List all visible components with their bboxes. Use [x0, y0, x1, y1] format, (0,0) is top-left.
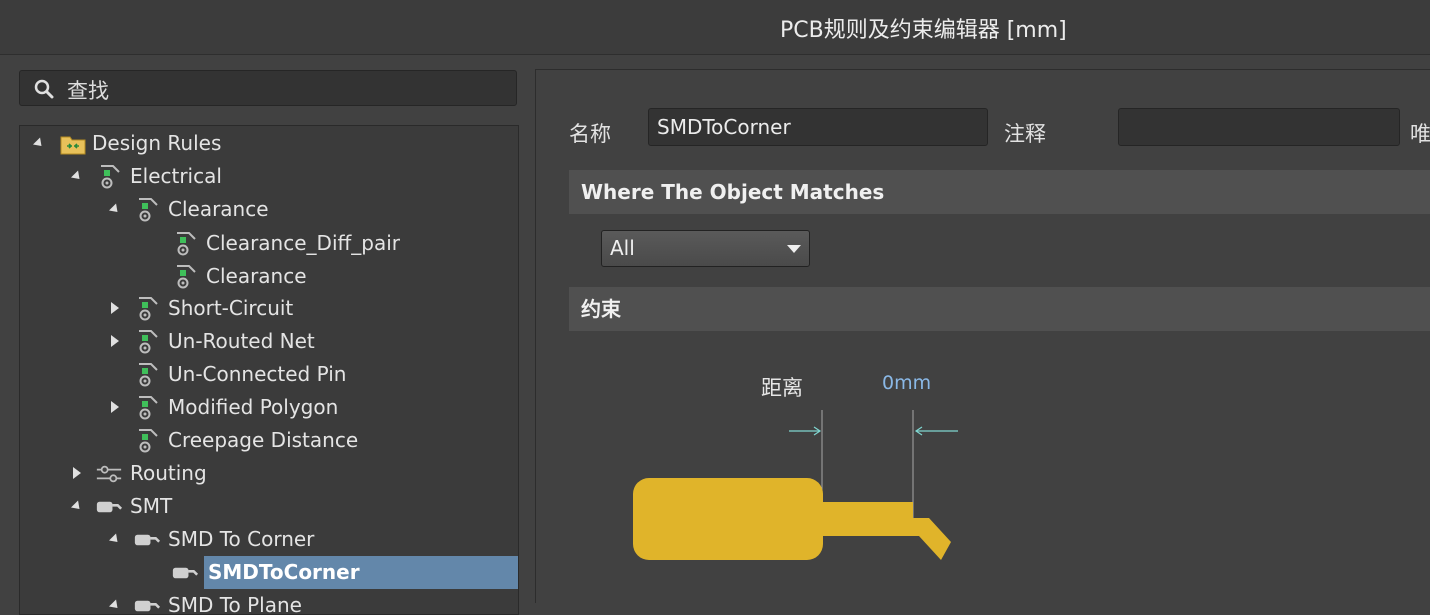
- search-icon: [34, 79, 54, 99]
- rule-icon: [139, 396, 158, 420]
- collapse-toggle[interactable]: [70, 160, 84, 193]
- rule-icon: [177, 232, 196, 256]
- collapse-toggle[interactable]: [32, 127, 46, 160]
- rules-tree[interactable]: Design Rules Electrical Clearance Cleara…: [19, 125, 519, 615]
- search-box[interactable]: 查找: [19, 70, 517, 106]
- expand-toggle[interactable]: [70, 457, 84, 490]
- smt-icon: [172, 567, 198, 579]
- collapse-toggle[interactable]: [108, 523, 122, 556]
- track-corner-shape: [822, 502, 951, 560]
- routing-icon: [96, 465, 122, 483]
- expand-toggle[interactable]: [108, 391, 122, 424]
- rule-icon: [139, 363, 158, 387]
- search-input[interactable]: 查找: [67, 75, 109, 105]
- rule-editor: 名称 SMDToCorner 注释 唯 Where The Object Mat…: [535, 69, 1430, 603]
- rule-icon: [139, 297, 158, 321]
- smt-icon: [96, 501, 122, 513]
- rule-icon: [177, 265, 196, 289]
- expand-toggle[interactable]: [108, 325, 122, 358]
- expand-toggle[interactable]: [108, 292, 122, 325]
- collapse-toggle[interactable]: [70, 490, 84, 523]
- window-title: PCB规则及约束编辑器 [mm]: [780, 18, 1067, 43]
- folder-rules-icon: [60, 136, 86, 155]
- left-pane: 查找 Design Rules Electrical Clearance Cle…: [0, 55, 535, 615]
- title-bar: PCB规则及约束编辑器 [mm]: [0, 0, 1430, 55]
- rule-icon: [139, 330, 158, 354]
- smt-icon: [134, 534, 160, 546]
- collapse-toggle[interactable]: [108, 589, 122, 614]
- rule-icon: [101, 165, 120, 189]
- collapse-toggle[interactable]: [108, 193, 122, 226]
- rule-icon: [139, 429, 158, 453]
- rule-icon: [139, 198, 158, 222]
- smd-pad-shape: [633, 478, 823, 560]
- smd-to-corner-diagram: [633, 410, 958, 560]
- smt-icon: [134, 600, 160, 612]
